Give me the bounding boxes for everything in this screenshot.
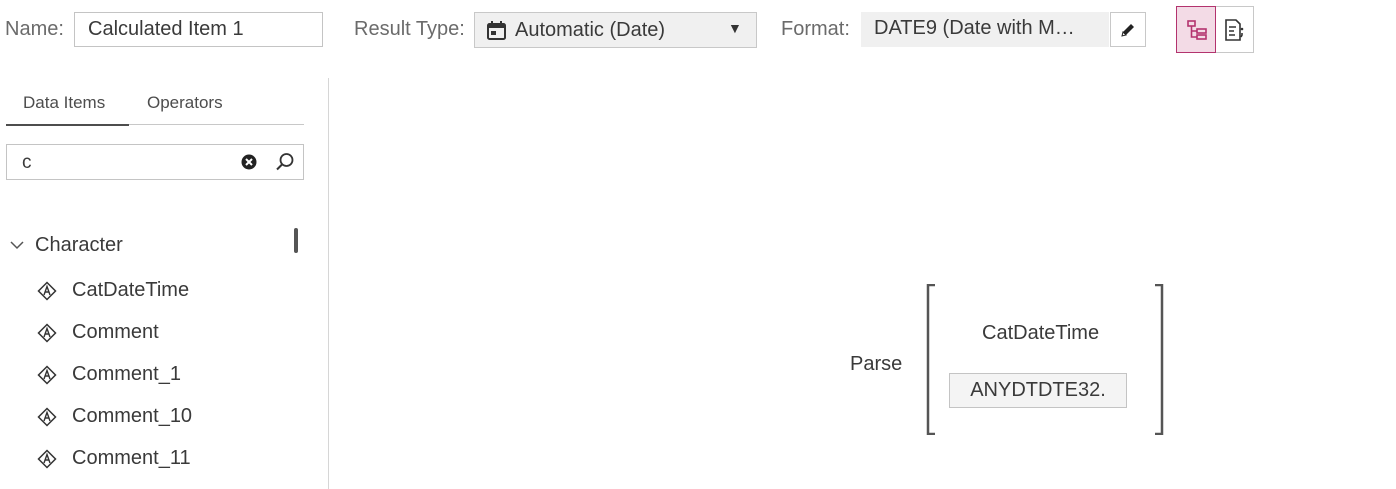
name-label: Name:: [5, 18, 64, 40]
search-value: c: [22, 152, 32, 173]
search-icon[interactable]: [275, 152, 295, 172]
character-data-item-icon: [37, 407, 57, 427]
format-label: Format:: [781, 18, 850, 40]
chevron-down-icon[interactable]: [10, 238, 24, 252]
code-view-button[interactable]: [1216, 6, 1254, 53]
informat-field[interactable]: ANYDTDTE32.: [949, 373, 1127, 408]
calendar-icon: [487, 21, 506, 40]
character-data-item-icon: [37, 449, 57, 469]
result-type-select[interactable]: Automatic (Date) ▼: [474, 12, 757, 48]
list-item[interactable]: CatDateTime: [72, 279, 189, 302]
list-item[interactable]: Comment_10: [72, 405, 192, 428]
clear-icon[interactable]: [241, 154, 257, 170]
search-input[interactable]: c: [6, 144, 304, 180]
format-field: DATE9 (Date with M…: [861, 12, 1109, 47]
expression-data-item[interactable]: CatDateTime: [982, 322, 1099, 345]
scrollbar-thumb[interactable]: [294, 228, 298, 253]
list-item[interactable]: Comment: [72, 321, 159, 344]
result-type-value: Automatic (Date): [515, 19, 666, 41]
result-type-label: Result Type:: [354, 18, 465, 40]
tree-view-button[interactable]: [1176, 6, 1216, 53]
character-data-item-icon: [37, 323, 57, 343]
panel-divider: [328, 78, 329, 489]
list-item[interactable]: Comment_1: [72, 363, 181, 386]
tab-data-items[interactable]: Data Items: [23, 93, 105, 113]
tab-operators[interactable]: Operators: [147, 93, 223, 113]
edit-format-button[interactable]: [1110, 12, 1146, 47]
character-data-item-icon: [37, 365, 57, 385]
group-character[interactable]: Character: [35, 234, 123, 257]
parse-operator-label[interactable]: Parse: [850, 353, 902, 376]
chevron-down-icon: ▼: [728, 20, 742, 36]
character-data-item-icon: [37, 281, 57, 301]
list-item[interactable]: Comment_11: [72, 447, 191, 470]
name-input[interactable]: Calculated Item 1: [74, 12, 323, 47]
tree-view-icon: [1187, 20, 1207, 40]
right-bracket: [1155, 284, 1164, 435]
left-bracket: [926, 284, 935, 435]
active-tab-indicator: [6, 124, 129, 126]
code-view-icon: [1225, 19, 1244, 41]
pencil-icon: [1121, 24, 1134, 37]
